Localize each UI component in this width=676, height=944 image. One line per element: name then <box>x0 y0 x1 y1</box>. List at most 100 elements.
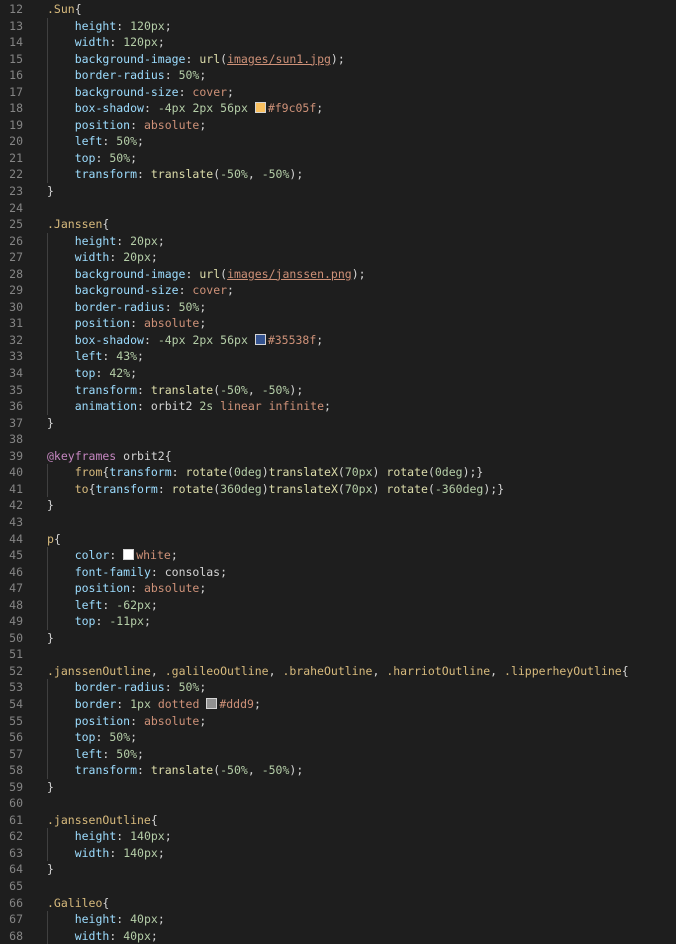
code-line[interactable]: 55 position: absolute; <box>0 712 676 730</box>
code-token: translate <box>150 167 214 182</box>
code-line[interactable]: 52 .janssenOutline, .galileoOutline, .bra… <box>0 663 676 680</box>
code-text: top: -11px; <box>23 613 151 630</box>
line-number: 12 <box>9 2 23 16</box>
code-token: linear <box>220 399 262 414</box>
code-line[interactable]: 51 <box>0 646 676 663</box>
code-text: width: 140px; <box>23 844 165 862</box>
code-text: border: 1px dotted #ddd9; <box>23 695 261 713</box>
code-line[interactable]: 65 <box>0 878 676 895</box>
code-line[interactable]: 43 <box>0 514 676 531</box>
code-line[interactable]: 31 position: absolute; <box>0 315 676 332</box>
code-token: ); <box>289 167 304 182</box>
code-line[interactable]: 40 from{transform: rotate(0deg)translate… <box>0 464 676 481</box>
code-line[interactable]: 24 <box>0 200 676 217</box>
color-swatch-icon[interactable] <box>254 102 266 114</box>
code-line[interactable]: 27 width: 20px; <box>0 249 676 266</box>
indent-guide <box>47 613 48 630</box>
indent-guide <box>47 315 48 332</box>
code-line[interactable]: 41 to{transform: rotate(360deg)translate… <box>0 480 676 498</box>
code-token: -4px <box>157 332 186 347</box>
code-line[interactable]: 19 position: absolute; <box>0 116 676 134</box>
code-line[interactable]: 39 @keyframes orbit2{ <box>0 448 676 465</box>
line-number: 16 <box>9 68 23 83</box>
code-line[interactable]: 29 background-size: cover; <box>0 282 676 299</box>
indent-guide <box>47 398 48 415</box>
code-line[interactable]: 58 transform: translate(-50%, -50%); <box>0 762 676 779</box>
code-line[interactable]: 35 transform: translate(-50%, -50%); <box>0 381 676 399</box>
code-token: : <box>185 51 200 66</box>
code-token: height <box>74 18 117 33</box>
code-line[interactable]: 34 top: 42%; <box>0 365 676 382</box>
code-line[interactable]: 61 .janssenOutline{ <box>0 812 676 829</box>
code-token: rotate <box>171 481 214 496</box>
code-line[interactable]: 25 .Janssen{ <box>0 216 676 233</box>
code-line[interactable]: 18 box-shadow: -4px 2px 56px #f9c05f; <box>0 100 676 117</box>
code-line[interactable]: 49 top: -11px; <box>0 613 676 630</box>
code-token: ; <box>199 68 207 83</box>
code-text: height: 140px; <box>23 828 172 845</box>
code-token: : <box>130 117 144 132</box>
code-line[interactable]: 30 border-radius: 50%; <box>0 298 676 316</box>
code-line[interactable]: 59} <box>0 779 676 796</box>
indent-guide <box>47 17 48 35</box>
code-token: ; <box>199 713 207 728</box>
code-line[interactable]: 15 background-image: url(images/sun1.jpg… <box>0 50 676 68</box>
code-token: : <box>95 730 110 745</box>
code-token: { <box>74 2 82 16</box>
code-line[interactable]: 57 left: 50%; <box>0 745 676 763</box>
code-line[interactable]: 64} <box>0 861 676 878</box>
code-line[interactable]: 26 height: 20px; <box>0 232 676 250</box>
code-token: 120px <box>130 18 165 33</box>
code-line[interactable]: 21 top: 50%; <box>0 149 676 167</box>
code-line[interactable]: 68 width: 40px; <box>0 927 676 944</box>
code-line[interactable]: 32 box-shadow: -4px 2px 56px #35538f; <box>0 331 676 349</box>
url-link[interactable]: images/janssen.png <box>227 267 352 281</box>
code-line[interactable]: 12 .Sun{ <box>0 1 676 18</box>
code-token: , <box>150 663 165 678</box>
code-line[interactable]: 36 animation: orbit2 2s linear infinite; <box>0 398 676 415</box>
code-line[interactable]: 62 height: 140px; <box>0 828 676 845</box>
code-token: height <box>74 233 117 248</box>
code-text: width: 40px; <box>23 927 158 944</box>
code-line[interactable]: 45 color: white; <box>0 547 676 564</box>
code-line[interactable]: 37} <box>0 415 676 432</box>
code-line[interactable]: 44 p{ <box>0 531 676 548</box>
code-line[interactable]: 20 left: 50%; <box>0 133 676 150</box>
code-line[interactable]: 67 height: 40px; <box>0 911 676 928</box>
code-line[interactable]: 48 left: -62px; <box>0 596 676 614</box>
code-line[interactable]: 13 height: 120px; <box>0 17 676 35</box>
url-link[interactable]: images/sun1.jpg <box>227 52 331 66</box>
line-number: 39 <box>9 448 23 463</box>
code-line[interactable]: 38 <box>0 431 676 448</box>
code-line[interactable]: 28 background-image: url(images/janssen.… <box>0 265 676 283</box>
code-text: } <box>23 630 54 647</box>
color-swatch-icon[interactable] <box>254 333 266 345</box>
code-line[interactable]: 17 background-size: cover; <box>0 83 676 101</box>
code-line[interactable]: 56 top: 50%; <box>0 729 676 746</box>
code-line[interactable]: 42} <box>0 497 676 514</box>
color-swatch-icon[interactable] <box>123 549 135 561</box>
code-line[interactable]: 47 position: absolute; <box>0 580 676 597</box>
code-line[interactable]: 60 <box>0 795 676 812</box>
code-line[interactable]: 16 border-radius: 50%; <box>0 67 676 84</box>
code-line[interactable]: 33 left: 43%; <box>0 348 676 366</box>
code-token: ); <box>330 51 345 66</box>
code-line[interactable]: 53 border-radius: 50%; <box>0 679 676 696</box>
code-line[interactable]: 14 width: 120px; <box>0 34 676 51</box>
code-editor[interactable]: 12 .Sun{13 height: 120px; 14 width: 120px;… <box>0 0 676 944</box>
code-text: left: -62px; <box>23 596 158 614</box>
code-line[interactable]: 23} <box>0 183 676 200</box>
code-line[interactable]: 66 .Galileo{ <box>0 895 676 912</box>
code-line[interactable]: 63 width: 140px; <box>0 844 676 862</box>
code-token: ; <box>137 134 144 149</box>
code-line[interactable]: 54 border: 1px dotted #ddd9; <box>0 695 676 713</box>
code-token: : <box>109 928 124 943</box>
code-line[interactable]: 22 transform: translate(-50%, -50%); <box>0 166 676 184</box>
color-swatch-icon[interactable] <box>206 697 218 709</box>
code-token: .Sun <box>47 2 75 16</box>
code-token: absolute <box>143 316 200 331</box>
code-token: : <box>109 548 124 563</box>
code-line[interactable]: 50} <box>0 630 676 647</box>
code-line[interactable]: 46 font-family: consolas; <box>0 563 676 581</box>
